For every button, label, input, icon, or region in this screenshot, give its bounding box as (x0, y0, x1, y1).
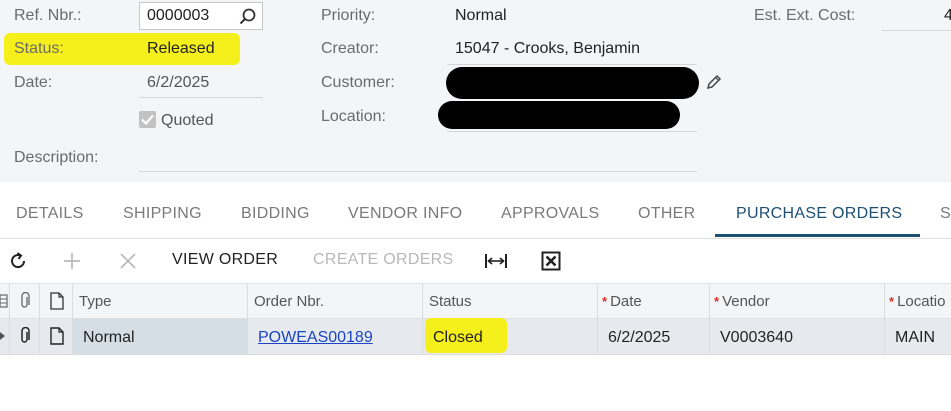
date-value[interactable]: 6/2/2025 (147, 73, 209, 93)
tab-other[interactable]: OTHER (638, 205, 696, 223)
date-underline (139, 97, 263, 98)
customer-redacted (446, 67, 699, 99)
ref-nbr-value: 0000003 (147, 7, 210, 24)
refresh-icon[interactable] (8, 251, 28, 271)
status-value: Released (147, 40, 215, 57)
table-row[interactable]: Normal POWEAS00189 Closed 6/2/2025 V0003… (0, 318, 951, 355)
ref-nbr-input[interactable]: 0000003 (139, 2, 263, 30)
row-notes[interactable] (40, 319, 73, 354)
cell-type-value: Normal (83, 329, 135, 346)
cell-order-nbr: POWEAS00189 (248, 319, 423, 354)
paperclip-icon[interactable] (18, 327, 32, 345)
col-location-title: * Locatio (889, 293, 945, 310)
creator-value[interactable]: 15047 - Crooks, Benjamin (455, 39, 640, 59)
col-vendor-title: * Vendor (714, 293, 770, 310)
required-marker: * (714, 294, 720, 309)
tab-details[interactable]: DETAILS (16, 205, 84, 223)
row-indicator[interactable] (0, 319, 10, 354)
grid-menu-icon[interactable] (0, 294, 8, 308)
cell-date-value: 6/2/2025 (608, 329, 671, 346)
notes-header (40, 284, 73, 320)
edit-pencil-icon[interactable] (705, 73, 723, 91)
cell-status[interactable]: Closed (423, 318, 598, 354)
quoted-checkbox[interactable] (139, 111, 156, 128)
create-orders-button[interactable]: CREATE ORDERS (313, 251, 454, 269)
row-selector-header (0, 284, 10, 320)
cell-status-value: Closed (433, 329, 483, 346)
note-icon[interactable] (50, 327, 64, 345)
col-status-label: Status (429, 293, 472, 310)
priority-label: Priority: (321, 7, 376, 24)
required-marker: * (602, 294, 608, 309)
cell-vendor[interactable]: V0003640 (710, 319, 885, 354)
col-vendor-header[interactable]: * Vendor (710, 284, 885, 320)
description-input[interactable] (139, 148, 697, 170)
location-label: Location: (321, 108, 386, 125)
date-label: Date: (14, 74, 53, 91)
col-order-nbr-label: Order Nbr. (254, 293, 325, 310)
creator-underline (447, 64, 697, 65)
export-excel-icon[interactable] (541, 251, 561, 271)
status-label: Status: (14, 40, 64, 57)
delete-row-icon[interactable] (118, 251, 138, 271)
grid-toolbar: VIEW ORDER CREATE ORDERS (0, 239, 951, 283)
tab-approvals[interactable]: APPROVALS (501, 205, 599, 223)
col-date-title: * Date (602, 293, 642, 310)
tab-bidding[interactable]: BIDDING (241, 205, 310, 223)
location-underline (447, 131, 697, 132)
check-icon (141, 114, 154, 125)
note-icon (50, 292, 64, 310)
row-pointer-icon (0, 332, 5, 340)
cell-type[interactable]: Normal (73, 319, 248, 354)
col-vendor-label: Vendor (722, 293, 770, 310)
creator-label: Creator: (321, 40, 379, 57)
col-type-header[interactable]: Type (73, 284, 248, 320)
tab-shipping[interactable]: SHIPPING (123, 205, 202, 223)
priority-value[interactable]: Normal (455, 6, 507, 26)
est-ext-cost-label: Est. Ext. Cost: (754, 7, 856, 24)
document-header: Ref. Nbr.: 0000003 Status: Released Date… (0, 0, 951, 182)
col-location-header[interactable]: * Locatio (885, 284, 951, 320)
paperclip-icon (21, 292, 30, 308)
attachment-header (10, 284, 40, 320)
fit-columns-icon[interactable] (484, 251, 508, 271)
col-status-header[interactable]: Status (423, 284, 598, 320)
order-nbr-link[interactable]: POWEAS00189 (258, 329, 373, 347)
location-redacted (438, 101, 680, 129)
col-date-header[interactable]: * Date (598, 284, 710, 320)
cell-date[interactable]: 6/2/2025 (598, 319, 710, 354)
col-date-label: Date (610, 293, 642, 310)
col-type-label: Type (79, 293, 112, 310)
row-attachment[interactable] (10, 319, 40, 354)
required-marker: * (889, 294, 895, 309)
cell-location[interactable]: MAIN (885, 319, 951, 354)
active-tab-indicator (715, 234, 920, 237)
cell-location-value: MAIN (895, 329, 935, 346)
add-row-icon[interactable] (62, 251, 82, 271)
tab-overflow[interactable]: S (940, 205, 951, 223)
description-label: Description: (14, 149, 99, 166)
grid-header: Type Order Nbr. Status * Date * Vendor * Lo… (0, 283, 951, 320)
cell-vendor-value: V0003640 (720, 329, 793, 346)
tab-vendor-info[interactable]: VENDOR INFO (348, 205, 462, 223)
description-underline (139, 171, 697, 172)
view-order-button[interactable]: VIEW ORDER (172, 251, 278, 269)
tab-bar: DETAILS SHIPPING BIDDING VENDOR INFO APP… (0, 192, 951, 239)
quoted-label: Quoted (161, 112, 214, 129)
est-ext-cost-underline (882, 30, 951, 31)
col-location-label: Locatio (897, 293, 946, 310)
tab-purchase-orders[interactable]: PURCHASE ORDERS (736, 205, 902, 223)
col-order-nbr-header[interactable]: Order Nbr. (248, 284, 423, 320)
customer-label: Customer: (321, 74, 395, 91)
est-ext-cost-value: 4 (944, 7, 951, 24)
ref-nbr-label: Ref. Nbr.: (14, 7, 82, 24)
search-icon[interactable] (238, 7, 258, 27)
